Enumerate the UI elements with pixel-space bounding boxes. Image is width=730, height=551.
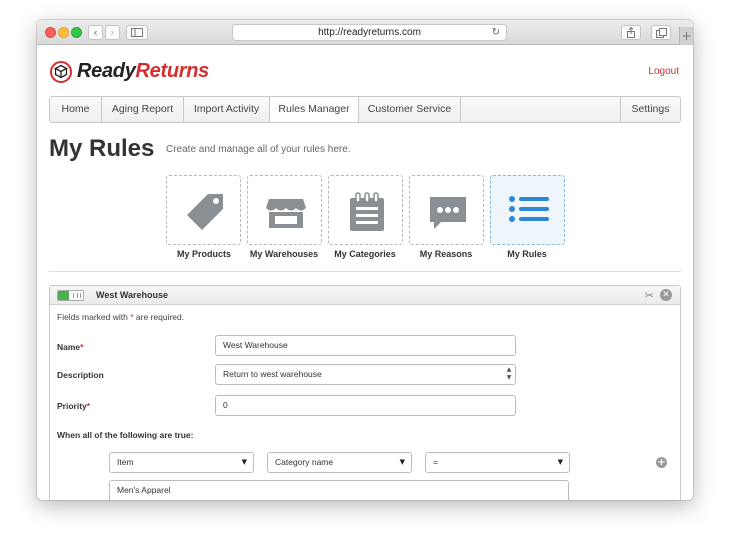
- back-button[interactable]: ‹: [88, 25, 103, 40]
- tab-rules-manager[interactable]: Rules Manager: [270, 97, 359, 122]
- chevron-down-icon: ▼: [399, 458, 405, 466]
- close-icon[interactable]: ✕: [660, 289, 672, 301]
- chevron-left-icon: ‹: [93, 26, 98, 39]
- logo-text-ready: Ready: [77, 60, 136, 82]
- add-condition-icon[interactable]: +: [656, 457, 667, 468]
- tile-my-products[interactable]: [166, 175, 241, 245]
- name-label-text: Name: [57, 342, 81, 352]
- chevron-down-icon: ▼: [241, 458, 247, 466]
- share-button[interactable]: [621, 25, 641, 40]
- name-field[interactable]: West Warehouse: [215, 335, 516, 356]
- tile-label-my-warehouses: My Warehouses: [249, 249, 319, 259]
- rule-panel: West Warehouse ✂ ✕ Fields marked with * …: [49, 285, 681, 500]
- storefront-icon: [266, 199, 306, 228]
- plus-icon: +: [681, 29, 692, 43]
- toggle-grip-icon: [73, 293, 81, 298]
- notepad-icon: [350, 192, 384, 231]
- priority-label-text: Priority: [57, 401, 87, 411]
- rule-enabled-toggle[interactable]: [57, 290, 84, 301]
- url-text: http://readyreturns.com: [318, 27, 421, 38]
- tab-import-activity[interactable]: Import Activity: [184, 97, 270, 122]
- description-value: Return to west warehouse: [223, 369, 322, 379]
- tabs-icon: [655, 28, 667, 38]
- zoom-window-button[interactable]: [71, 27, 82, 38]
- list-icon: [509, 196, 549, 222]
- tile-label-my-products: My Products: [176, 249, 231, 259]
- wrench-icon[interactable]: ✂: [645, 289, 654, 302]
- tile-label-my-rules: My Rules: [507, 249, 547, 259]
- condition-attribute-select[interactable]: Category name ▼: [267, 452, 412, 473]
- resize-stepper-icon[interactable]: ▲ ▼: [504, 366, 514, 383]
- forward-button[interactable]: ›: [105, 25, 120, 40]
- tile-my-categories[interactable]: [328, 175, 403, 245]
- tile-label-my-categories: My Categories: [334, 249, 396, 259]
- condition-value-field[interactable]: Men's Apparel: [109, 480, 569, 500]
- required-star: *: [130, 312, 134, 322]
- main-nav: Home Aging Report Import Activity Rules …: [49, 96, 681, 123]
- reload-icon[interactable]: ↻: [492, 25, 500, 40]
- required-note-before: Fields marked with: [57, 312, 128, 322]
- chevron-right-icon: ›: [110, 26, 115, 39]
- chevron-down-icon: ▼: [557, 458, 563, 466]
- toggle-on-indicator: [58, 291, 69, 300]
- tab-aging-report[interactable]: Aging Report: [102, 97, 184, 122]
- name-required-star: *: [80, 342, 84, 352]
- minimize-window-button[interactable]: [58, 27, 69, 38]
- condition-operator-value: =: [433, 457, 438, 467]
- browser-toolbar: ‹ › http://readyreturns.com ↻ +: [37, 20, 693, 45]
- page-subtitle: Create and manage all of your rules here…: [166, 144, 351, 155]
- tab-home[interactable]: Home: [50, 97, 102, 122]
- logo-text-returns: Returns: [135, 60, 210, 82]
- share-icon: [627, 26, 635, 38]
- condition-field-value: Item: [117, 457, 134, 467]
- tabs-overview-button[interactable]: [651, 25, 671, 40]
- priority-field[interactable]: 0: [215, 395, 516, 416]
- section-divider: [49, 271, 681, 272]
- sidebar-toggle-button[interactable]: [126, 25, 148, 40]
- rule-panel-header: West Warehouse ✂ ✕: [50, 286, 680, 305]
- tile-my-rules[interactable]: [490, 175, 565, 245]
- required-note-after: are required.: [135, 312, 185, 322]
- rule-panel-title: West Warehouse: [96, 290, 169, 300]
- condition-attribute-value: Category name: [275, 457, 334, 467]
- tile-my-warehouses[interactable]: [247, 175, 322, 245]
- description-label: Description: [57, 370, 104, 380]
- tile-my-reasons[interactable]: [409, 175, 484, 245]
- browser-window: ‹ › http://readyreturns.com ↻ + ReadyRet…: [37, 20, 693, 500]
- sidebar-icon: [131, 28, 143, 37]
- condition-operator-select[interactable]: = ▼: [425, 452, 570, 473]
- logo-box-icon: [50, 60, 72, 83]
- tab-customer-service[interactable]: Customer Service: [359, 97, 461, 122]
- address-bar[interactable]: http://readyreturns.com ↻: [232, 24, 507, 41]
- close-window-button[interactable]: [45, 27, 56, 38]
- tag-icon: [187, 194, 223, 230]
- logo-text: ReadyReturns: [77, 60, 209, 83]
- name-label: Name*: [57, 342, 83, 352]
- description-field[interactable]: Return to west warehouse ▲ ▼: [215, 364, 516, 385]
- logo[interactable]: ReadyReturns: [49, 59, 209, 84]
- priority-label: Priority*: [57, 401, 90, 411]
- tile-label-my-reasons: My Reasons: [419, 249, 473, 259]
- condition-field-select[interactable]: Item ▼: [109, 452, 254, 473]
- required-note: Fields marked with * are required.: [57, 312, 184, 322]
- page-title: My Rules: [49, 135, 155, 162]
- conditions-label: When all of the following are true:: [57, 430, 194, 440]
- chat-bubble-icon: [430, 197, 466, 229]
- new-tab-button[interactable]: +: [679, 27, 693, 45]
- logout-link[interactable]: Logout: [648, 66, 679, 77]
- page-content: ReadyReturns Logout Home Aging Report Im…: [37, 46, 693, 500]
- tab-settings[interactable]: Settings: [620, 97, 680, 122]
- priority-required-star: *: [86, 401, 91, 411]
